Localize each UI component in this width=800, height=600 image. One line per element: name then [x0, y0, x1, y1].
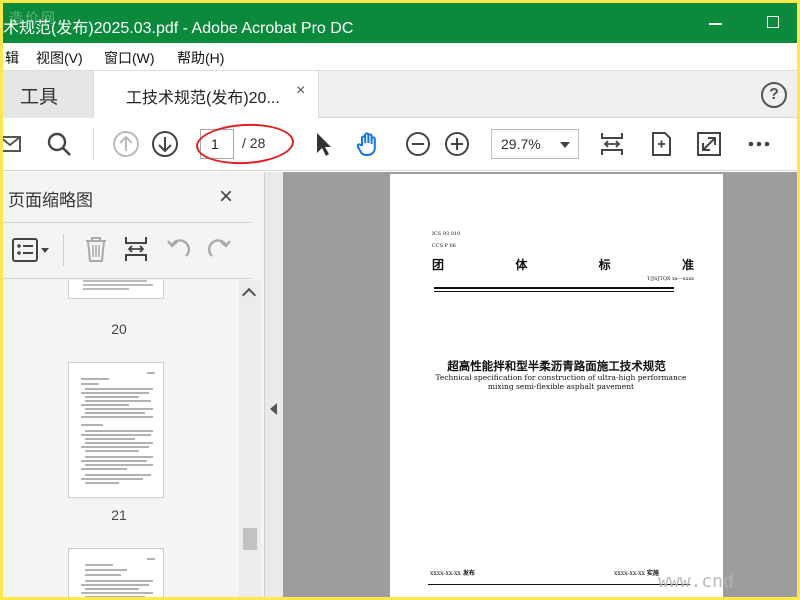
- page-thumbnail-preview: [83, 280, 153, 290]
- panel-divider: [3, 222, 251, 223]
- standard-type-char: 准: [681, 258, 694, 272]
- thumbnail-list: 20 21: [3, 280, 239, 597]
- fit-page-icon[interactable]: [598, 130, 626, 158]
- tab-document[interactable]: 工技术规范(发布)20... ×: [93, 71, 319, 119]
- tab-tools[interactable]: 工具: [3, 71, 93, 118]
- delete-page-icon[interactable]: [81, 234, 111, 264]
- next-page-icon[interactable]: [151, 130, 179, 158]
- page-number-label: 20: [111, 321, 127, 337]
- header-rule: [434, 291, 674, 292]
- menu-window[interactable]: 窗口(W): [104, 48, 155, 68]
- standard-type-char: 标: [598, 258, 611, 272]
- standard-type-char: 体: [515, 258, 528, 272]
- pdf-page: ICS 93 010 CCS P 66 团 体 标 准 T/JSJTQX xx—…: [390, 174, 734, 597]
- menu-edit[interactable]: 辑: [5, 48, 19, 68]
- panel-divider: [3, 278, 251, 279]
- tab-tools-label: 工具: [20, 87, 59, 108]
- zoom-in-icon[interactable]: [443, 130, 471, 158]
- toolbar: 1 / 28 29.7%: [3, 118, 797, 171]
- menu-view[interactable]: 视图(V): [36, 48, 83, 68]
- rotate-page-icon[interactable]: [647, 130, 675, 158]
- ccs-code: CCS P 66: [432, 243, 456, 249]
- scroll-up-icon[interactable]: [241, 287, 257, 303]
- zoom-value: 29.7%: [501, 136, 541, 152]
- thumbnail-options-icon[interactable]: [11, 236, 51, 264]
- implement-info: xxxx-xx-xx 实施: [614, 568, 659, 577]
- previous-page-icon[interactable]: [112, 130, 140, 158]
- select-cursor-icon[interactable]: [309, 130, 337, 158]
- page-number-label: 21: [111, 507, 127, 523]
- rotate-counterclockwise-icon[interactable]: [164, 234, 194, 264]
- close-tab-icon[interactable]: ×: [296, 82, 305, 100]
- more-options-icon[interactable]: [745, 130, 773, 158]
- email-icon[interactable]: [3, 130, 25, 158]
- full-screen-icon[interactable]: [695, 130, 723, 158]
- chevron-down-icon: [560, 142, 570, 148]
- watermark-logo: 造价网: [9, 11, 57, 27]
- publish-date: xxxx-xx-xx: [430, 570, 461, 577]
- panel-collapse-handle[interactable]: [265, 172, 283, 597]
- site-watermark: www.cnd: [658, 571, 734, 592]
- tab-row: 工具 工技术规范(发布)20... × ?: [3, 70, 797, 119]
- implement-date: xxxx-xx-xx: [614, 570, 645, 577]
- menu-help[interactable]: 帮助(H): [177, 48, 224, 68]
- page-thumbnail-preview: [81, 372, 155, 484]
- acrobat-window: 术规范(发布)2025.03.pdf - Adobe Acrobat Pro D…: [3, 3, 797, 597]
- thumbnail-scrollbar[interactable]: [239, 280, 261, 597]
- hand-tool-icon[interactable]: [355, 130, 383, 158]
- document-view: ICS 93 010 CCS P 66 团 体 标 准 T/JSJTQX xx—…: [265, 172, 797, 597]
- minimize-button[interactable]: [709, 13, 723, 33]
- publish-info: xxxx-xx-xx 发布: [430, 568, 475, 577]
- search-icon[interactable]: [45, 130, 73, 158]
- tab-document-label: 工技术规范(发布)20...: [126, 90, 280, 107]
- chevron-left-icon: [270, 403, 277, 415]
- standard-code: T/JSJTQX xx—xxxx: [647, 276, 694, 282]
- extract-page-icon[interactable]: [121, 234, 151, 264]
- close-panel-icon[interactable]: ×: [219, 183, 233, 211]
- standard-type-char: 团: [432, 258, 445, 272]
- zoom-select[interactable]: 29.7%: [491, 129, 579, 159]
- footer-rule: [428, 584, 690, 585]
- help-icon[interactable]: ?: [761, 82, 787, 108]
- rotate-clockwise-icon[interactable]: [204, 234, 234, 264]
- zoom-out-icon[interactable]: [404, 130, 432, 158]
- publish-label: 发布: [462, 570, 475, 577]
- title-bar: 术规范(发布)2025.03.pdf - Adobe Acrobat Pro D…: [3, 3, 797, 43]
- panel-tools-separator: [63, 234, 64, 266]
- toolbar-separator: [93, 128, 94, 160]
- document-title-cn: 超高性能拌和型半柔沥青路面施工技术规范: [447, 359, 666, 373]
- page-thumbnail-22[interactable]: [68, 548, 164, 597]
- page-thumbnail-20[interactable]: [68, 280, 164, 299]
- maximize-button[interactable]: [767, 16, 779, 28]
- document-title-en: Technical specification for construction…: [435, 373, 687, 391]
- scrollbar-thumb[interactable]: [243, 528, 257, 550]
- menu-bar: 辑 视图(V) 窗口(W) 帮助(H): [3, 43, 797, 70]
- page-thumbnail-preview: [81, 558, 155, 597]
- page-navigator: 1 / 28: [195, 121, 295, 167]
- panel-tools: [3, 230, 251, 270]
- standard-type-heading: 团 体 标 准: [432, 256, 694, 273]
- ics-code: ICS 93 010: [432, 231, 461, 237]
- page-thumbnails-panel: 页面缩略图 × 20 21: [3, 172, 265, 597]
- panel-title: 页面缩略图: [8, 191, 93, 210]
- page-thumbnail-21[interactable]: [68, 362, 164, 498]
- header-rule: [434, 287, 674, 289]
